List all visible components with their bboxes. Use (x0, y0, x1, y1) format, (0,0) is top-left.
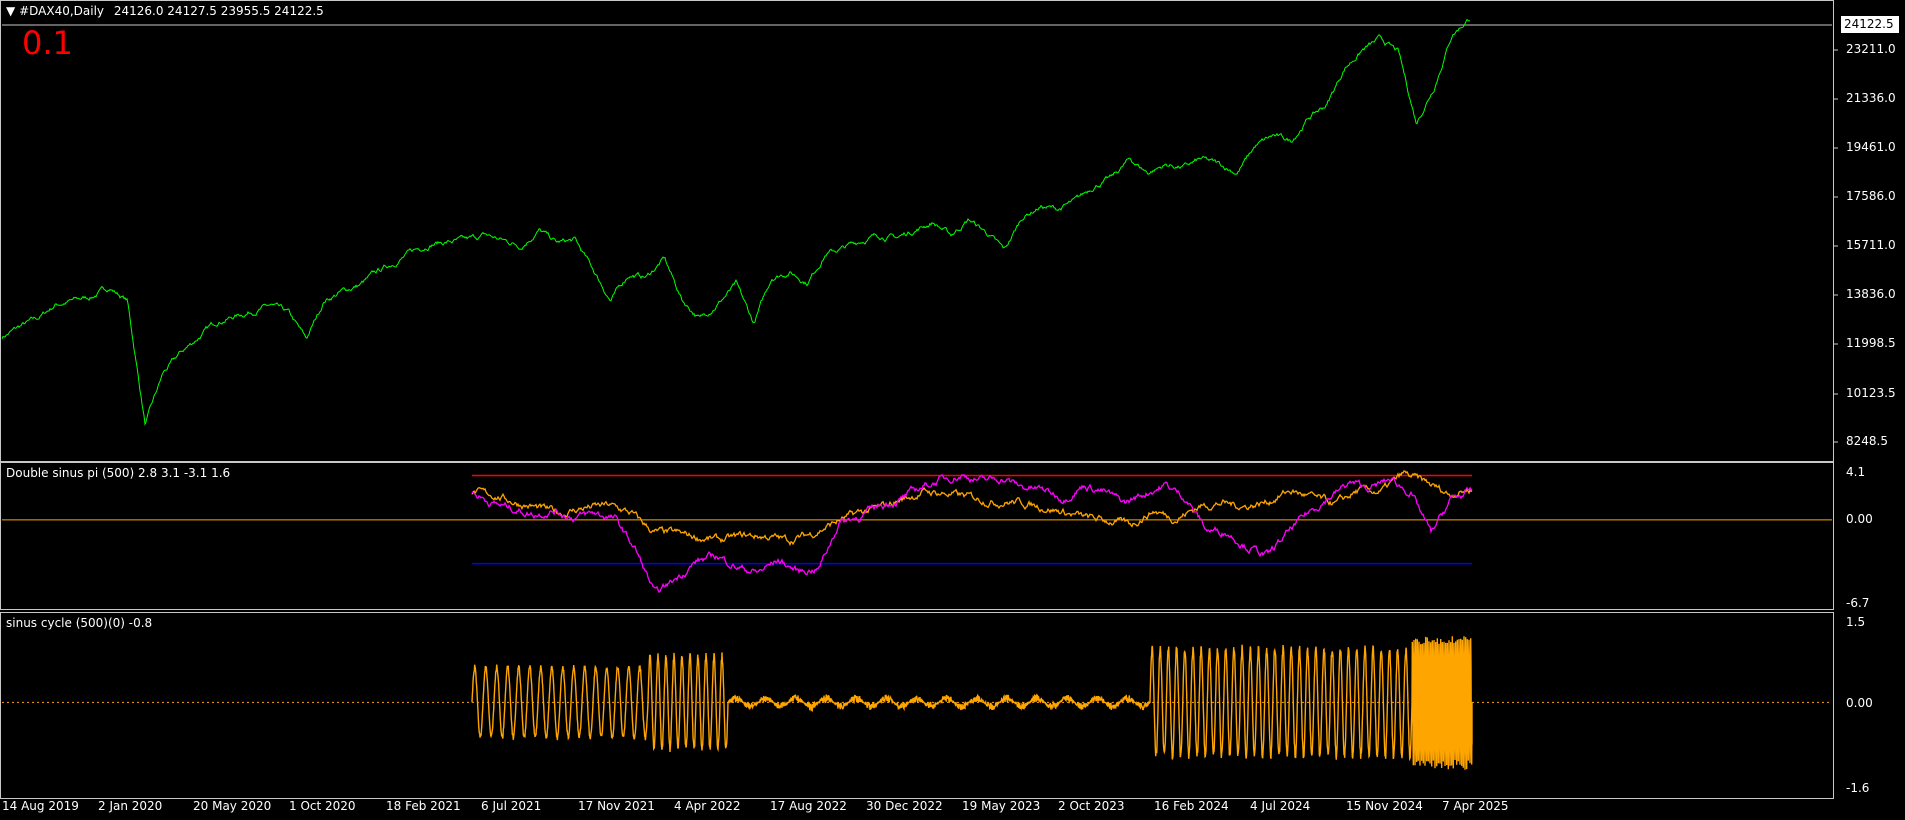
chart-canvas (1, 18, 1838, 770)
osc1-magenta-series (471, 473, 1473, 594)
osc2-sinus-series (471, 636, 1473, 770)
price-series-line (1, 18, 1470, 427)
osc1-orange-series (471, 470, 1473, 547)
